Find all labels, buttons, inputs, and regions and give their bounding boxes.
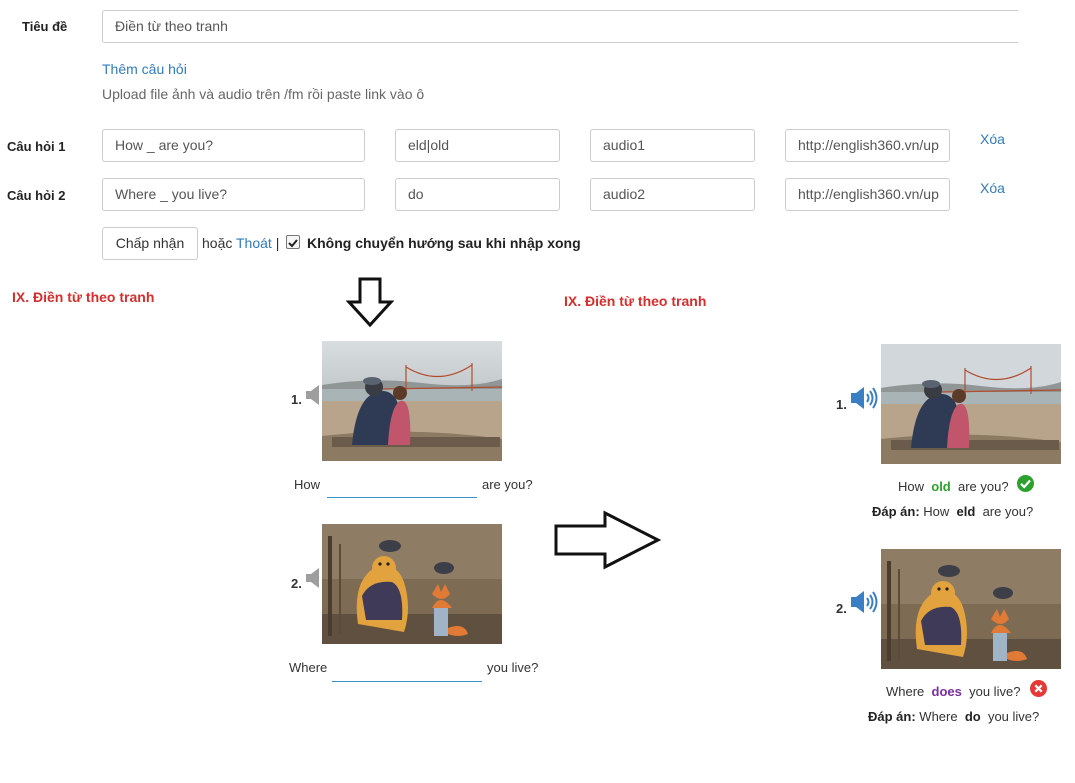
- right-item-2-correct-answer: do: [964, 709, 981, 724]
- submit-row: hoặc Thoát |: [202, 235, 279, 251]
- or-text: hoặc: [202, 235, 233, 251]
- no-redirect-label: Không chuyển hướng sau khi nhập xong: [307, 235, 581, 251]
- right-item-1-before: How: [898, 479, 925, 494]
- question-2-text-input[interactable]: Where _ you live?: [102, 178, 365, 211]
- separator: |: [275, 235, 280, 251]
- checkmark-icon: [288, 239, 298, 248]
- left-item-1-before: How: [294, 477, 321, 492]
- question-1-answer-input[interactable]: eld|old: [395, 129, 560, 162]
- right-item-2-user-answer: does: [931, 684, 962, 699]
- preview-right-heading: IX. Điền từ theo tranh: [564, 293, 707, 309]
- question-2-image-url-input[interactable]: http://english360.vn/up: [785, 178, 950, 211]
- bear-fox-image: [881, 549, 1061, 669]
- left-item-2-blank[interactable]: [332, 681, 482, 682]
- question-1-label: Câu hỏi 1: [7, 139, 66, 154]
- left-item-1-number: 1.: [291, 392, 302, 407]
- question-2-audio-input[interactable]: audio2: [590, 178, 755, 211]
- question-1-audio-input[interactable]: audio1: [590, 129, 755, 162]
- left-item-1-blank[interactable]: [327, 497, 477, 498]
- right-item-2-correct-answer-line: Đáp án: Where do you live?: [868, 709, 1039, 724]
- answer-label: Đáp án:: [872, 504, 920, 519]
- right-item-1-correct-answer-line: Đáp án: How eld are you?: [872, 504, 1033, 519]
- beach-couple-image: [322, 341, 502, 461]
- question-1-delete-link[interactable]: Xóa: [980, 131, 1005, 147]
- no-redirect-checkbox[interactable]: [286, 235, 300, 249]
- right-item-1-user-answer: old: [931, 479, 951, 494]
- right-item-1-before-2: How: [923, 504, 950, 519]
- right-item-2-after: you live?: [969, 684, 1021, 699]
- right-item-1-number: 1.: [836, 397, 847, 412]
- right-item-1-sentence: How old are you?: [898, 479, 1009, 494]
- answer-label: Đáp án:: [868, 709, 916, 724]
- right-item-2-number: 2.: [836, 601, 847, 616]
- speaker-icon[interactable]: [850, 385, 880, 411]
- check-circle-icon: [1017, 475, 1034, 492]
- right-item-2-sentence: Where does you live?: [886, 684, 1020, 699]
- left-item-2-before: Where: [289, 660, 328, 675]
- question-1-image-url-input[interactable]: http://english360.vn/up: [785, 129, 950, 162]
- beach-couple-image: [881, 344, 1061, 464]
- upload-hint: Upload file ảnh và audio trên /fm rồi pa…: [102, 86, 425, 102]
- question-2-label: Câu hỏi 2: [7, 188, 66, 203]
- right-item-1-after-2: are you?: [982, 504, 1034, 519]
- question-2-answer-input[interactable]: do: [395, 178, 560, 211]
- question-2-delete-link[interactable]: Xóa: [980, 180, 1005, 196]
- right-item-2-before: Where: [886, 684, 925, 699]
- add-question-link[interactable]: Thêm câu hỏi: [102, 61, 187, 77]
- right-item-2-after-2: you live?: [987, 709, 1040, 724]
- accept-button[interactable]: Chấp nhận: [102, 227, 198, 260]
- left-item-2-number: 2.: [291, 576, 302, 591]
- preview-left-heading: IX. Điền từ theo tranh: [12, 289, 155, 305]
- arrow-down-outline-icon: [346, 277, 394, 328]
- x-circle-icon: [1030, 680, 1047, 697]
- arrow-right-outline-icon: [554, 510, 662, 570]
- speaker-icon[interactable]: [850, 589, 880, 615]
- right-item-1-after: are you?: [957, 479, 1009, 494]
- exit-link[interactable]: Thoát: [236, 235, 272, 251]
- right-item-2-before-2: Where: [919, 709, 958, 724]
- left-item-1-after: are you?: [482, 477, 533, 492]
- bear-fox-image: [322, 524, 502, 644]
- title-label: Tiêu đề: [22, 19, 68, 34]
- speaker-icon[interactable]: [305, 567, 321, 589]
- title-input[interactable]: Điền từ theo tranh: [102, 10, 1018, 43]
- question-1-text-input[interactable]: How _ are you?: [102, 129, 365, 162]
- right-item-1-correct-answer: eld: [956, 504, 976, 519]
- speaker-icon[interactable]: [305, 384, 321, 406]
- left-item-2-after: you live?: [487, 660, 539, 675]
